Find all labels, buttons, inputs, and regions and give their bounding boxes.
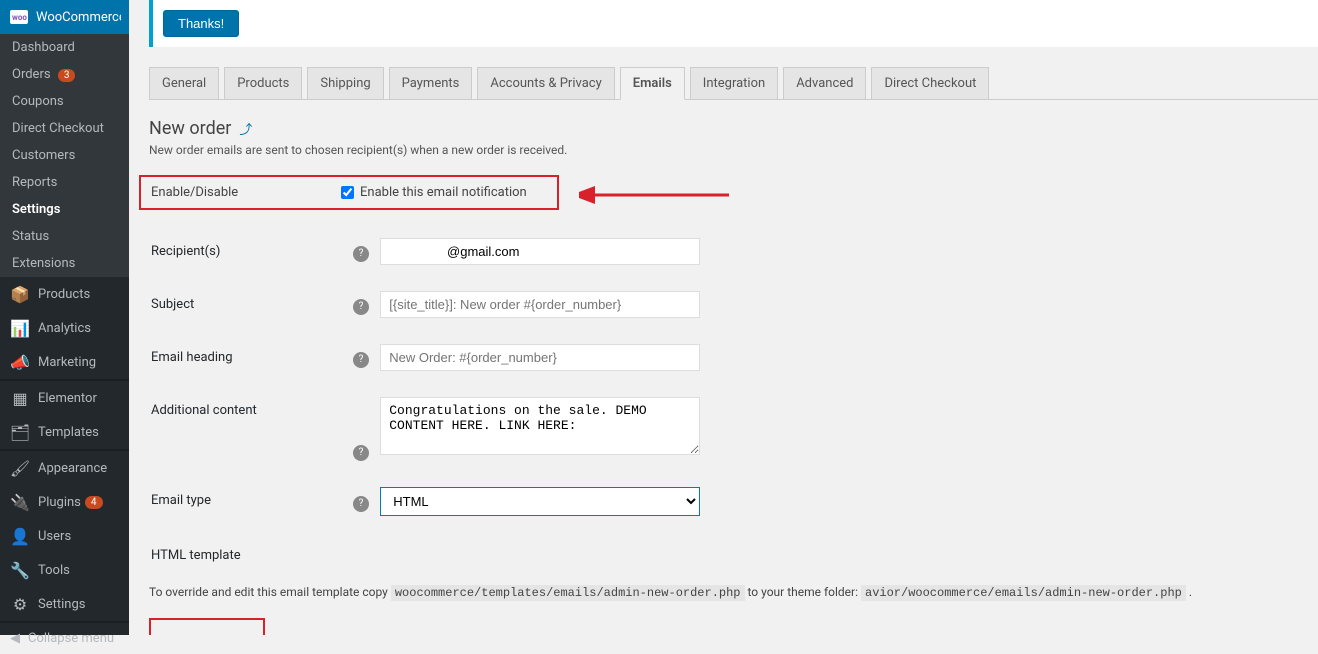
sidebar-item-products[interactable]: 📦 Products	[0, 277, 129, 311]
tab-shipping[interactable]: Shipping	[307, 67, 383, 99]
sidebar-label: WooCommerce	[36, 10, 126, 25]
sidebar-item-users[interactable]: 👤 Users	[0, 519, 129, 553]
page-title: New order ⤴	[149, 118, 1298, 139]
sidebar-sub-reports[interactable]: Reports	[0, 169, 129, 196]
sidebar-item-settings[interactable]: ⚙ Settings	[0, 587, 129, 621]
sidebar-item-woocommerce[interactable]: woo WooCommerce	[0, 0, 129, 34]
recipients-input[interactable]	[380, 238, 700, 265]
back-link[interactable]: ⤴	[239, 119, 252, 138]
woocommerce-icon: woo	[10, 7, 28, 27]
collapse-icon: ◀	[10, 631, 20, 646]
help-icon[interactable]: ?	[353, 352, 369, 368]
products-icon: 📦	[10, 284, 30, 304]
sidebar-item-tools[interactable]: 🔧 Tools	[0, 553, 129, 587]
tab-accounts[interactable]: Accounts & Privacy	[477, 67, 614, 99]
enable-checkbox[interactable]	[341, 186, 354, 199]
subject-label: Subject	[151, 279, 351, 330]
sidebar-sub-direct-checkout[interactable]: Direct Checkout	[0, 115, 129, 142]
templates-icon: 🗂	[10, 422, 30, 442]
tab-advanced[interactable]: Advanced	[783, 67, 866, 99]
settings-icon: ⚙	[10, 594, 30, 614]
sidebar-item-plugins[interactable]: 🔌 Plugins 4	[0, 485, 129, 519]
subject-input[interactable]	[380, 291, 700, 318]
enable-label: Enable/Disable	[151, 185, 341, 200]
admin-sidebar: woo WooCommerce Dashboard Orders 3 Coupo…	[0, 0, 129, 635]
sidebar-sub-dashboard[interactable]: Dashboard	[0, 34, 129, 61]
sidebar-item-templates[interactable]: 🗂 Templates	[0, 415, 129, 449]
tab-payments[interactable]: Payments	[389, 67, 473, 99]
template-label: HTML template	[151, 530, 351, 575]
template-description: To override and edit this email template…	[149, 585, 1298, 600]
sidebar-item-analytics[interactable]: 📊 Analytics	[0, 311, 129, 345]
email-type-label: Email type	[151, 475, 351, 528]
help-icon[interactable]: ?	[353, 246, 369, 262]
collapse-menu[interactable]: ◀ Collapse menu	[0, 623, 129, 654]
sidebar-sub-settings[interactable]: Settings	[0, 196, 129, 223]
enable-checkbox-row[interactable]: Enable this email notification	[341, 185, 527, 200]
help-icon[interactable]: ?	[353, 496, 369, 512]
tab-integration[interactable]: Integration	[690, 67, 778, 99]
sidebar-item-appearance[interactable]: 🖌 Appearance	[0, 451, 129, 485]
template-source-path: woocommerce/templates/emails/admin-new-o…	[391, 585, 745, 601]
marketing-icon: 📣	[10, 352, 30, 372]
additional-content-input[interactable]: Congratulations on the sale. DEMO CONTEN…	[380, 397, 700, 455]
sidebar-sub-customers[interactable]: Customers	[0, 142, 129, 169]
notice-banner: Thanks!	[149, 0, 1318, 47]
sidebar-sub-status[interactable]: Status	[0, 223, 129, 250]
help-icon[interactable]: ?	[353, 299, 369, 315]
plugins-icon: 🔌	[10, 492, 30, 512]
main-content: Thanks! General Products Shipping Paymen…	[129, 0, 1318, 635]
enable-highlight: Enable/Disable Enable this email notific…	[139, 175, 559, 210]
heading-label: Email heading	[151, 332, 351, 383]
sidebar-item-marketing[interactable]: 📣 Marketing	[0, 345, 129, 379]
tab-products[interactable]: Products	[224, 67, 302, 99]
sidebar-sub-extensions[interactable]: Extensions	[0, 250, 129, 277]
sidebar-sub-coupons[interactable]: Coupons	[0, 88, 129, 115]
additional-label: Additional content	[151, 385, 351, 473]
sidebar-sub-orders[interactable]: Orders 3	[0, 61, 129, 88]
email-type-select[interactable]: HTML	[380, 487, 700, 516]
analytics-icon: 📊	[10, 318, 30, 338]
help-icon[interactable]: ?	[353, 445, 369, 461]
tab-general[interactable]: General	[149, 67, 219, 99]
svg-text:woo: woo	[12, 13, 27, 22]
appearance-icon: 🖌	[10, 458, 30, 478]
recipients-label: Recipient(s)	[151, 226, 351, 277]
tab-emails[interactable]: Emails	[620, 67, 685, 100]
save-highlight: Save changes	[149, 618, 265, 635]
plugins-badge: 4	[85, 496, 103, 509]
tab-direct-checkout[interactable]: Direct Checkout	[871, 67, 989, 99]
page-description: New order emails are sent to chosen reci…	[149, 143, 1298, 157]
thanks-button[interactable]: Thanks!	[163, 10, 239, 37]
tools-icon: 🔧	[10, 560, 30, 580]
template-dest-path: avior/woocommerce/emails/admin-new-order…	[861, 585, 1186, 601]
orders-badge: 3	[58, 69, 76, 82]
sidebar-item-elementor[interactable]: ▦ Elementor	[0, 381, 129, 415]
heading-input[interactable]	[380, 344, 700, 371]
elementor-icon: ▦	[10, 388, 30, 408]
settings-tabs: General Products Shipping Payments Accou…	[149, 67, 1318, 100]
annotation-arrow	[579, 180, 739, 210]
users-icon: 👤	[10, 526, 30, 546]
